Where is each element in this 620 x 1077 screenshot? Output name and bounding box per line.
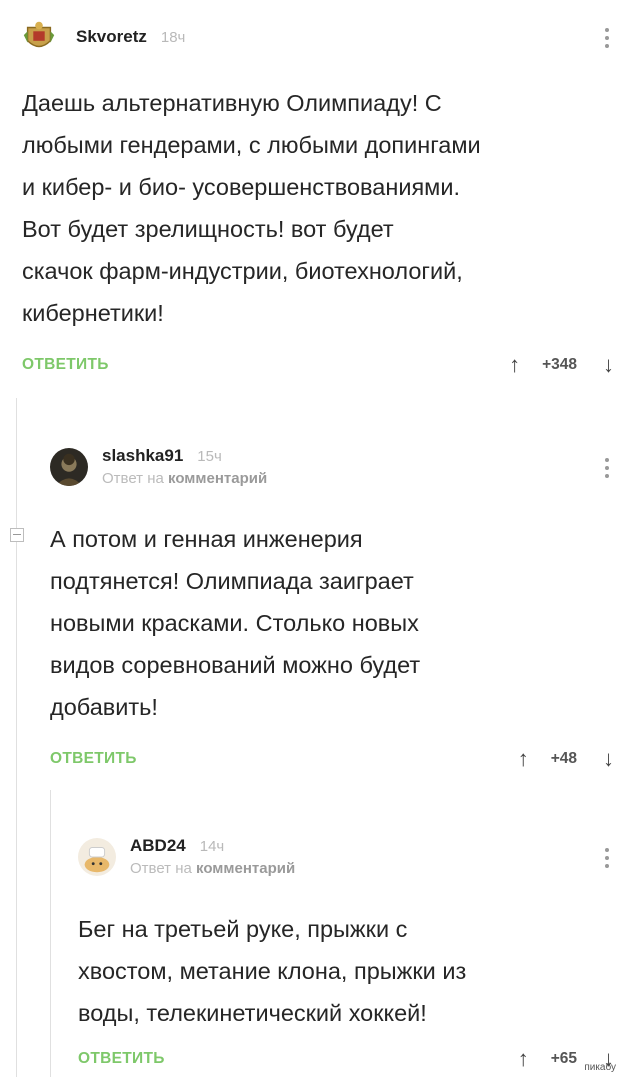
comment-line: новыми красками. Столько новых	[50, 610, 419, 636]
username[interactable]: ABD24	[130, 836, 186, 856]
comment-time: 18ч	[160, 29, 186, 46]
comment-body: А потом и генная инженерия подтянется! О…	[50, 518, 610, 728]
username[interactable]: slashka91	[102, 446, 183, 466]
vote-score: +65	[550, 1050, 577, 1067]
comment-line: воды, телекинетический хоккей!	[78, 1000, 427, 1026]
comment-line: видов соревнований можно будет	[50, 652, 421, 678]
arrow-down-icon[interactable]: ↓	[603, 354, 614, 376]
comment-time: 15ч	[197, 448, 222, 465]
comment-line: скачок фарм-индустрии, биотехнологий,	[22, 258, 463, 284]
avatar[interactable]	[20, 18, 58, 56]
reply-to-prefix: Ответ на	[130, 860, 192, 877]
avatar[interactable]	[50, 447, 88, 486]
arrow-up-icon[interactable]: ↑	[518, 748, 529, 770]
reply-to: Ответ на комментарий	[130, 860, 295, 877]
username[interactable]: Skvoretz	[76, 27, 147, 47]
comment-line: добавить!	[50, 694, 158, 720]
thread-line	[16, 398, 17, 1077]
vote-score: +348	[542, 356, 577, 373]
more-vertical-icon[interactable]	[604, 846, 610, 870]
collapse-thread-button[interactable]	[10, 528, 24, 542]
comment-line: любыми гендерами, с любыми допингами	[22, 132, 481, 158]
comment-header: Skvoretz 18ч	[20, 18, 185, 56]
thread-line	[50, 790, 51, 1077]
comment-actions: ОТВЕТИТЬ ↑ +65 ↓	[78, 1048, 620, 1070]
vote-controls: ↑ +48 ↓	[518, 748, 614, 770]
arrow-up-icon[interactable]: ↑	[509, 354, 520, 376]
comment-line: Даешь альтернативную Олимпиаду! С	[22, 90, 442, 116]
reply-button[interactable]: ОТВЕТИТЬ	[78, 1050, 165, 1068]
more-vertical-icon[interactable]	[604, 26, 610, 50]
comment-line: и кибер- и био- усовершенствованиями.	[22, 174, 460, 200]
vote-controls: ↑ +348 ↓	[509, 354, 614, 376]
reply-to-link[interactable]: комментарий	[168, 470, 267, 487]
portrait-avatar-icon	[50, 447, 88, 486]
arrow-down-icon[interactable]: ↓	[603, 748, 614, 770]
crest-avatar-icon	[20, 18, 58, 56]
comment-line: хвостом, метание клона, прыжки из	[78, 958, 467, 984]
comment-line: подтянется! Олимпиада заиграет	[50, 568, 414, 594]
comment-line: А потом и генная инженерия	[50, 526, 363, 552]
more-vertical-icon[interactable]	[604, 456, 610, 480]
vote-score: +48	[550, 750, 577, 767]
comment-time: 14ч	[199, 838, 225, 855]
comment-header: slashka91 15ч Ответ на комментарий	[50, 446, 267, 487]
comment-actions: ОТВЕТИТЬ ↑ +48 ↓	[50, 748, 620, 770]
reply-button[interactable]: ОТВЕТИТЬ	[50, 750, 137, 768]
reply-to-link[interactable]: комментарий	[196, 860, 295, 877]
comment-body: Даешь альтернативную Олимпиаду! С любыми…	[22, 82, 612, 334]
reply-to-prefix: Ответ на	[102, 470, 164, 487]
arrow-up-icon[interactable]: ↑	[518, 1048, 529, 1070]
comment-body: Бег на третьей руке, прыжки с хвостом, м…	[78, 908, 613, 1034]
comment-line: Бег на третьей руке, прыжки с	[78, 916, 408, 942]
reply-to: Ответ на комментарий	[102, 470, 267, 487]
chef-avatar-icon	[78, 837, 116, 876]
comment-line: кибернетики!	[22, 300, 164, 326]
avatar[interactable]	[78, 837, 116, 876]
comment-actions: ОТВЕТИТЬ ↑ +348 ↓	[22, 354, 620, 376]
watermark: пикабу	[584, 1062, 616, 1073]
comment-line: Вот будет зрелищность! вот будет	[22, 216, 394, 242]
comment-header: ABD24 14ч Ответ на комментарий	[78, 836, 295, 877]
reply-button[interactable]: ОТВЕТИТЬ	[22, 356, 109, 374]
